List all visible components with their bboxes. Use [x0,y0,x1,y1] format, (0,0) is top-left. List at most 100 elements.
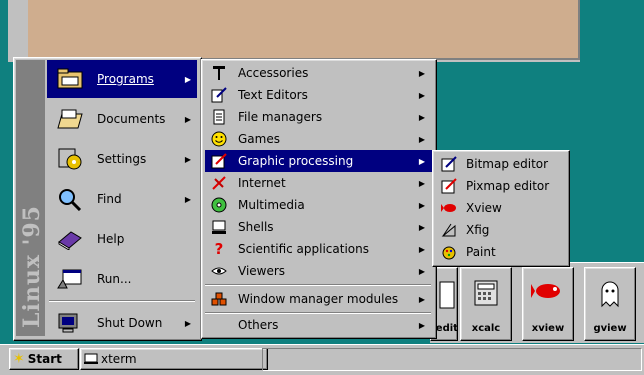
programs-item-graphic-processing[interactable]: Graphic processing ▶ [205,150,433,172]
programs-item-multimedia[interactable]: Multimedia ▶ [205,194,433,216]
task-label: xterm [101,352,137,366]
graphics-icon [210,152,228,170]
start-item-label: Documents [97,112,166,126]
launcher-gview[interactable]: gview [584,267,636,341]
programs-item-label: Scientific applications [238,242,369,256]
submenu-arrow-icon: ▶ [418,68,425,78]
shells-icon [210,218,228,236]
documents-folder-icon [57,106,83,132]
launcher-label: xcalc [471,323,501,334]
launcher-label: gview [593,323,627,334]
submenu-arrow-icon: ▶ [184,74,191,84]
start-item-settings[interactable]: Settings ▶ [47,140,197,178]
graphic-item-label: Pixmap editor [466,179,550,193]
programs-menu: Accessories ▶ Text Editors ▶ File manage… [201,59,437,339]
graphic-item-bitmap-editor[interactable]: Bitmap editor [436,153,566,175]
background-window[interactable] [8,0,580,62]
launcher-xview[interactable]: xview [522,267,574,341]
graphic-item-pixmap-editor[interactable]: Pixmap editor [436,175,566,197]
app-launcher-bar: tedit xcalc xview gview [430,262,644,343]
help-book-icon [57,226,83,252]
banner-text: Linux '95 [19,205,45,328]
accessories-icon [210,64,228,82]
shutdown-icon [57,310,83,336]
start-menu-banner: Linux '95 [16,60,45,336]
submenu-arrow-icon: ▶ [418,200,425,210]
paint-icon [440,243,458,261]
programs-item-label: Graphic processing [238,154,354,168]
programs-item-accessories[interactable]: Accessories ▶ [205,62,433,84]
start-item-find[interactable]: Find ▶ [47,180,197,218]
submenu-arrow-icon: ▶ [418,222,425,232]
programs-item-others[interactable]: Others ▶ [205,314,433,336]
graphic-item-paint[interactable]: Paint [436,241,566,263]
start-item-programs[interactable]: Programs ▶ [47,60,197,98]
system-tray [262,348,642,371]
tedit-icon [439,281,455,309]
task-button-xterm[interactable]: xterm [80,348,268,370]
graphic-item-xfig[interactable]: Xfig [436,219,566,241]
graphic-item-label: Paint [466,245,496,259]
programs-item-label: Internet [238,176,286,190]
start-item-label: Programs [97,72,154,86]
submenu-arrow-icon: ▶ [418,178,425,188]
programs-item-wm-modules[interactable]: Window manager modules ▶ [205,288,433,310]
start-button[interactable]: ✶ Start [9,348,79,370]
programs-item-file-managers[interactable]: File managers ▶ [205,106,433,128]
submenu-arrow-icon: ▶ [418,266,425,276]
fish-icon [531,284,560,298]
start-item-label: Shut Down [97,316,163,330]
programs-item-viewers[interactable]: Viewers ▶ [205,260,433,282]
run-icon [57,266,83,292]
graphic-item-xview[interactable]: Xview [436,197,566,219]
programs-item-shells[interactable]: Shells ▶ [205,216,433,238]
submenu-arrow-icon: ▶ [184,194,191,204]
programs-item-label: Games [238,132,280,146]
programs-item-label: Multimedia [238,198,305,212]
start-item-label: Settings [97,152,147,166]
programs-item-internet[interactable]: Internet ▶ [205,172,433,194]
programs-item-label: Others [238,318,279,332]
games-smiley-icon [210,130,228,148]
submenu-arrow-icon: ▶ [184,154,191,164]
start-star-icon: ✶ [13,351,25,367]
submenu-arrow-icon: ▶ [184,114,191,124]
start-label: Start [27,352,62,366]
settings-icon [57,146,83,172]
file-manager-icon [210,108,228,126]
pixmap-editor-icon [440,177,458,195]
graphic-processing-menu: Bitmap editor Pixmap editor Xview Xfig P… [432,150,570,267]
terminal-icon [84,353,98,364]
start-item-help[interactable]: Help [47,220,197,258]
programs-item-text-editors[interactable]: Text Editors ▶ [205,84,433,106]
start-item-run[interactable]: Run... [47,260,197,298]
submenu-arrow-icon: ▶ [418,90,425,100]
multimedia-icon [210,196,228,214]
programs-folder-icon [57,66,83,92]
programs-item-games[interactable]: Games ▶ [205,128,433,150]
science-icon: ? [214,240,224,258]
programs-item-label: Text Editors [238,88,308,102]
start-item-documents[interactable]: Documents ▶ [47,100,197,138]
graphic-item-label: Bitmap editor [466,157,549,171]
find-icon [57,186,83,212]
background-window-content [28,0,580,60]
start-item-shutdown[interactable]: Shut Down ▶ [47,304,197,342]
submenu-arrow-icon: ▶ [418,244,425,254]
xview-fish-icon [440,199,458,217]
taskbar: ✶ Start xterm [0,344,644,375]
start-item-label: Run... [97,272,132,286]
submenu-arrow-icon: ▶ [418,320,425,330]
graphic-item-label: Xfig [466,223,490,237]
launcher-xcalc[interactable]: xcalc [460,267,512,341]
bitmap-editor-icon [440,155,458,173]
ghost-icon [601,281,619,308]
programs-item-scientific[interactable]: ? Scientific applications ▶ [205,238,433,260]
start-item-label: Find [97,192,122,206]
submenu-arrow-icon: ▶ [418,134,425,144]
submenu-arrow-icon: ▶ [418,294,425,304]
others-blank-icon [210,316,228,334]
menu-separator [205,284,431,286]
internet-icon [210,174,228,192]
submenu-arrow-icon: ▶ [418,112,425,122]
